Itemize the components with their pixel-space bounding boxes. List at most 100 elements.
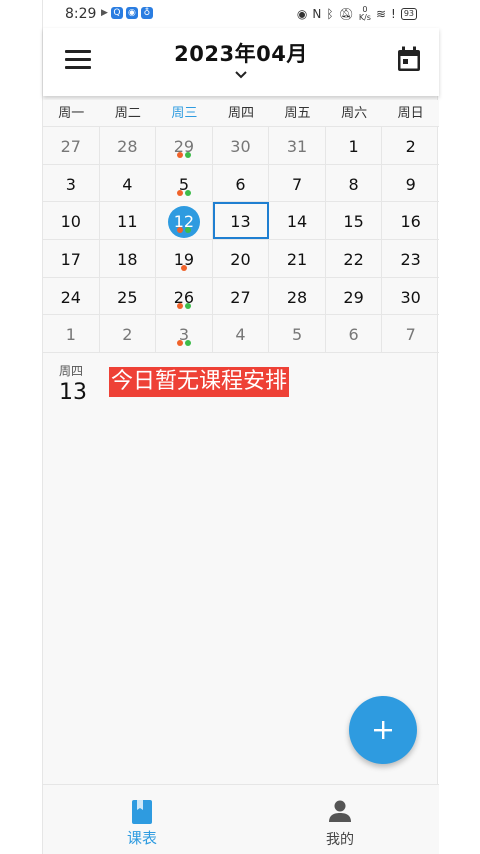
weekday-label: 周一 bbox=[58, 106, 85, 121]
network-speed: 0 K/s bbox=[359, 6, 371, 22]
calendar-day[interactable]: 4 bbox=[100, 164, 157, 202]
course-indicator-dots bbox=[156, 152, 212, 158]
calendar-day[interactable]: 19 bbox=[156, 240, 213, 277]
day-number: 6 bbox=[348, 325, 359, 345]
weekday-label: 周六 bbox=[341, 106, 368, 121]
calendar-day[interactable]: 6 bbox=[213, 164, 270, 202]
day-number: 14 bbox=[286, 212, 308, 232]
mute-icon: 🔕︎ bbox=[338, 7, 354, 21]
day-number: 30 bbox=[400, 287, 421, 307]
selected-day-info: 周四 13 bbox=[59, 362, 99, 405]
week-row: 24 25 26 27 28 29 30 bbox=[43, 277, 439, 316]
day-number: 6 bbox=[235, 174, 246, 194]
weekday-label: 周二 bbox=[114, 106, 141, 121]
nav-schedule-label: 课表 bbox=[126, 829, 157, 847]
calendar-day[interactable]: 29 bbox=[326, 277, 383, 315]
day-number: 28 bbox=[286, 287, 308, 307]
play-icon: ▶ bbox=[101, 8, 108, 18]
calendar-day[interactable]: 31 bbox=[269, 127, 326, 164]
calendar-day[interactable]: 27 bbox=[43, 127, 100, 164]
calendar-day[interactable]: 29 bbox=[156, 127, 213, 164]
selected-day-number: 13 bbox=[59, 380, 87, 405]
status-time: 8:29 bbox=[65, 6, 97, 22]
calendar-day[interactable]: 17 bbox=[43, 240, 100, 277]
week-row: 1 2 3 4 5 6 7 bbox=[43, 315, 439, 354]
menu-icon bbox=[65, 50, 91, 53]
calendar-day[interactable]: 2 bbox=[382, 127, 439, 164]
course-dot bbox=[176, 189, 183, 196]
calendar-day[interactable]: 24 bbox=[43, 277, 100, 315]
calendar-day[interactable]: 18 bbox=[100, 240, 157, 277]
menu-button[interactable] bbox=[65, 50, 91, 72]
add-course-button[interactable] bbox=[349, 696, 417, 764]
calendar-day[interactable]: 25 bbox=[100, 277, 157, 315]
calendar-day[interactable]: 13 bbox=[212, 202, 270, 240]
calendar-day[interactable]: 22 bbox=[326, 240, 383, 277]
course-dot bbox=[184, 340, 191, 347]
course-indicator-dots bbox=[156, 227, 212, 234]
status-bar: 8:29 ▶ Q ◉ ♁ ◉ N ᛒ 🔕︎ 0 K/s ≋ ! 93 bbox=[43, 0, 439, 28]
calendar-day[interactable]: 7 bbox=[382, 315, 439, 352]
week-row: 3 4 5 6 7 8 9 bbox=[43, 164, 439, 203]
calendar-day[interactable]: 1 bbox=[326, 127, 383, 164]
calendar-day[interactable]: 20 bbox=[213, 240, 270, 277]
day-number: 11 bbox=[117, 212, 138, 232]
browser-app-icon: ◉ bbox=[125, 7, 138, 19]
day-number: 9 bbox=[405, 174, 416, 194]
calendar-day[interactable]: 15 bbox=[326, 202, 383, 240]
course-indicator-dots bbox=[156, 340, 212, 347]
calendar-day[interactable]: 2 bbox=[100, 315, 157, 353]
calendar-day[interactable]: 28 bbox=[100, 127, 157, 164]
nav-mine[interactable]: 我的 bbox=[241, 785, 439, 854]
day-number: 1 bbox=[65, 325, 76, 345]
alert-icon: ! bbox=[391, 7, 396, 21]
calendar-day[interactable]: 10 bbox=[43, 202, 100, 240]
calendar-day[interactable]: 8 bbox=[326, 164, 383, 202]
week-row: 10 11 12 13 14 15 16 bbox=[43, 202, 439, 241]
day-number: 21 bbox=[286, 250, 308, 270]
calendar-day[interactable]: 21 bbox=[269, 240, 326, 277]
status-right-icons: ◉ N ᛒ 🔕︎ 0 K/s ≋ ! 93 bbox=[297, 6, 417, 22]
calendar-day[interactable]: 5 bbox=[269, 315, 326, 353]
calendar-day[interactable]: 16 bbox=[382, 202, 439, 239]
course-dot bbox=[176, 302, 183, 309]
app-frame: 8:29 ▶ Q ◉ ♁ ◉ N ᛒ 🔕︎ 0 K/s ≋ ! 93 2023年0… bbox=[42, 0, 439, 854]
bluetooth-icon: ᛒ bbox=[326, 7, 334, 21]
calendar-day[interactable]: 11 bbox=[100, 202, 157, 240]
weekday-label: 周五 bbox=[284, 106, 311, 121]
empty-schedule-message: 今日暂无课程安排 bbox=[109, 367, 290, 397]
calendar-day[interactable]: 7 bbox=[269, 164, 326, 202]
calendar-day[interactable]: 27 bbox=[213, 277, 270, 315]
month-selector[interactable]: 2023年04月 bbox=[141, 38, 341, 80]
calendar-day[interactable]: 9 bbox=[382, 165, 439, 202]
weekday-label: 周三 bbox=[171, 106, 198, 121]
calendar-day[interactable]: 3 bbox=[156, 315, 213, 353]
calendar-day[interactable]: 1 bbox=[43, 315, 100, 353]
nav-schedule[interactable]: 课表 bbox=[43, 785, 241, 854]
calendar-day[interactable]: 12 bbox=[156, 202, 213, 240]
calendar-day[interactable]: 26 bbox=[156, 277, 213, 315]
course-indicator-dots bbox=[156, 302, 212, 309]
calendar-day[interactable]: 28 bbox=[269, 277, 326, 315]
day-number: 24 bbox=[60, 287, 81, 307]
day-number: 5 bbox=[291, 325, 303, 345]
calendar-day[interactable]: 14 bbox=[269, 202, 326, 240]
calendar-day[interactable]: 5 bbox=[156, 164, 213, 202]
calendar-day[interactable]: 30 bbox=[213, 127, 270, 164]
day-number: 25 bbox=[117, 287, 138, 307]
calendar-icon[interactable] bbox=[397, 46, 421, 72]
calendar-day[interactable]: 23 bbox=[382, 240, 439, 277]
day-number: 22 bbox=[343, 250, 364, 270]
course-dot bbox=[176, 152, 183, 158]
calendar-day[interactable]: 30 bbox=[382, 278, 439, 315]
course-indicator-dots bbox=[156, 265, 212, 272]
calendar-day[interactable]: 3 bbox=[43, 164, 100, 202]
day-number: 2 bbox=[122, 325, 133, 345]
selected-weekday: 周四 bbox=[59, 364, 84, 378]
calendar-day[interactable]: 6 bbox=[326, 315, 383, 353]
person-icon bbox=[329, 800, 351, 822]
day-number: 17 bbox=[60, 250, 81, 270]
eye-icon: ◉ bbox=[296, 7, 308, 21]
calendar-day[interactable]: 4 bbox=[213, 315, 270, 353]
day-number: 27 bbox=[60, 137, 81, 156]
